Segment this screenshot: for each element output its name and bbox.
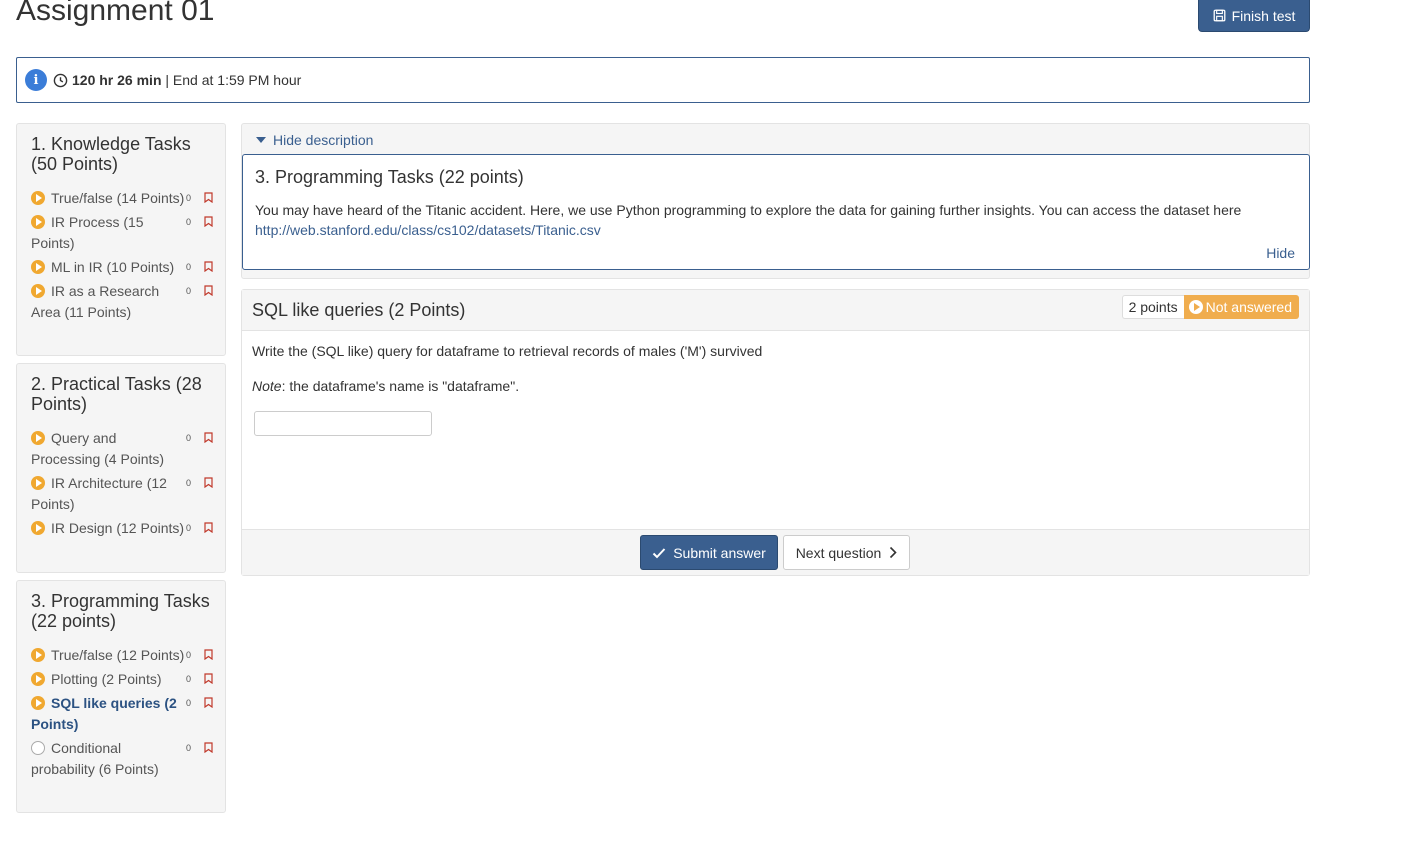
finish-test-label: Finish test [1231,7,1296,24]
play-icon [31,284,45,298]
chevron-right-icon [890,546,897,559]
sidebar-section-programming: 3. Programming Tasks (22 points) True/fa… [16,580,226,813]
sidebar-item-true-false-12[interactable]: True/false (12 Points) 0 [31,645,215,666]
play-icon [31,521,45,535]
sidebar-item-ir-process[interactable]: IR Process (15 Points) 0 [31,212,215,254]
description-title: 3. Programming Tasks (22 points) [255,167,524,187]
end-time: | End at 1:59 PM hour [165,72,302,88]
sidebar-section-knowledge: 1. Knowledge Tasks (50 Points) True/fals… [16,123,226,356]
timer-bar: i 120 hr 26 min | End at 1:59 PM hour [16,57,1310,103]
bookmark-icon[interactable] [204,742,213,753]
sidebar-item-ml-in-ir[interactable]: ML in IR (10 Points) 0 [31,257,215,278]
save-icon [1213,9,1226,22]
bookmark-icon[interactable] [204,285,213,296]
info-icon: i [25,69,47,91]
sidebar-section-title: 1. Knowledge Tasks (50 Points) [31,134,191,174]
question-footer: Submit answer Next question [242,529,1309,575]
sidebar-item-sql-queries[interactable]: SQL like queries (2 Points) 0 [31,693,215,735]
time-remaining: 120 hr 26 min [72,72,162,88]
question-panel: SQL like queries (2 Points) 2 points Not… [241,289,1310,576]
description-text: You may have heard of the Titanic accide… [255,202,1242,238]
sidebar-item-ir-research[interactable]: IR as a Research Area (11 Points) 0 [31,281,215,323]
bookmark-icon[interactable] [204,192,213,203]
caret-down-icon [256,137,266,143]
play-icon [31,191,45,205]
sidebar-section-title: 2. Practical Tasks (28 Points) [31,374,202,414]
sidebar-item-query-processing[interactable]: Query and Processing (4 Points) 0 [31,428,215,470]
sidebar-item-conditional-probability[interactable]: Conditional probability (6 Points) 0 [31,738,215,780]
question-prompt: Write the (SQL like) query for dataframe… [252,343,763,359]
bookmark-icon[interactable] [204,673,213,684]
hide-link[interactable]: Hide [1266,245,1295,261]
check-icon [652,547,666,558]
play-icon [31,476,45,490]
question-note: Note: the dataframe's name is "dataframe… [252,378,520,394]
question-body: Write the (SQL like) query for dataframe… [242,331,1309,446]
question-title: SQL like queries (2 Points) [252,299,466,320]
question-header: SQL like queries (2 Points) 2 points Not… [242,290,1309,331]
play-icon [31,431,45,445]
play-icon [31,260,45,274]
play-circle-icon [1188,300,1203,314]
status-badge: Not answered [1183,295,1299,319]
play-icon [31,672,45,686]
empty-circle-icon [31,741,45,755]
bookmark-icon[interactable] [204,522,213,533]
sidebar-item-plotting[interactable]: Plotting (2 Points) 0 [31,669,215,690]
sidebar-section-title: 3. Programming Tasks (22 points) [31,591,210,631]
sidebar-section-practical: 2. Practical Tasks (28 Points) Query and… [16,363,226,573]
dataset-link[interactable]: http://web.stanford.edu/class/cs102/data… [255,222,601,238]
play-icon [31,696,45,710]
play-icon [31,648,45,662]
question-badges: 2 points Not answered [1121,295,1299,319]
sidebar-item-true-false[interactable]: True/false (14 Points) 0 [31,188,215,209]
sidebar-item-ir-architecture[interactable]: IR Architecture (12 Points) 0 [31,473,215,515]
points-badge: 2 points [1121,295,1184,319]
finish-test-button[interactable]: Finish test [1198,0,1310,32]
page-title: Assignment 01 [16,0,215,27]
bookmark-icon[interactable] [204,432,213,443]
description-panel: Hide description 3. Programming Tasks (2… [241,123,1310,279]
clock-icon [53,73,68,87]
description-box: 3. Programming Tasks (22 points) You may… [242,154,1310,270]
bookmark-icon[interactable] [204,477,213,488]
bookmark-icon[interactable] [204,261,213,272]
bookmark-icon[interactable] [204,649,213,660]
bookmark-icon[interactable] [204,697,213,708]
next-question-button[interactable]: Next question [783,535,910,570]
sidebar-item-ir-design[interactable]: IR Design (12 Points) 0 [31,518,215,539]
bookmark-icon[interactable] [204,216,213,227]
hide-description-toggle[interactable]: Hide description [256,132,373,148]
answer-input[interactable] [254,411,432,436]
submit-answer-button[interactable]: Submit answer [640,535,778,570]
play-icon [31,215,45,229]
